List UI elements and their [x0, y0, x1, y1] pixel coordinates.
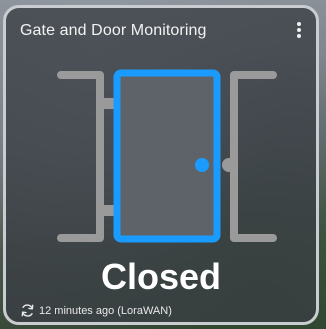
upper-hinge — [100, 98, 114, 109]
last-update-row: 12 minutes ago (LoraWAN) — [20, 303, 172, 318]
gate-door-monitoring-card: Gate and Door Monitoring Closed 12 minut… — [3, 5, 319, 325]
latch — [222, 158, 236, 172]
door-panel — [113, 69, 221, 243]
door-status: Closed — [100, 256, 222, 297]
left-frame — [57, 71, 104, 242]
last-update-text: 12 minutes ago (LoraWAN) — [39, 304, 172, 317]
lower-hinge — [100, 205, 114, 216]
right-frame — [230, 71, 277, 242]
door-knob — [195, 158, 209, 172]
refresh-icon[interactable] — [20, 303, 35, 318]
